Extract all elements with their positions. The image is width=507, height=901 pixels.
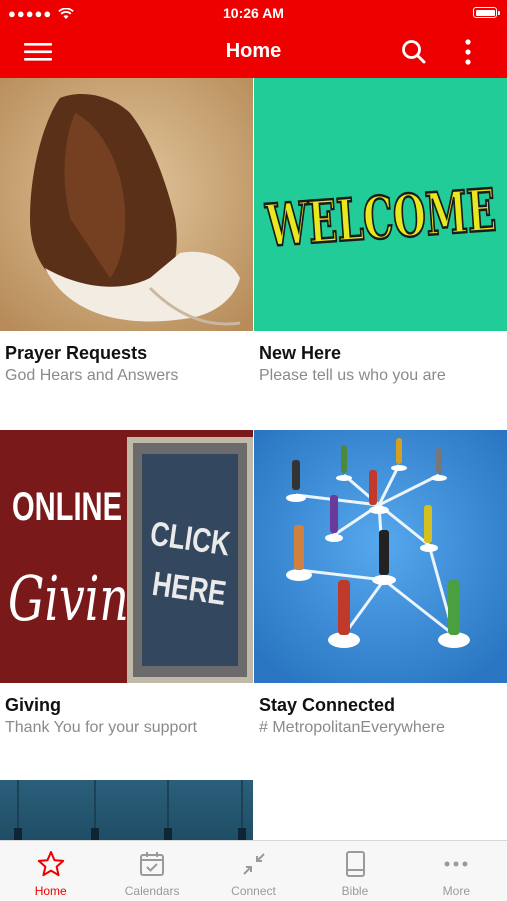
- calendar-icon: [140, 852, 165, 876]
- tile-title: New Here: [259, 343, 342, 363]
- battery-icon: [473, 7, 500, 18]
- status-bar: ●●●●● 10:26 AM: [0, 0, 507, 26]
- star-icon: [37, 851, 64, 877]
- tab-home[interactable]: Home: [0, 841, 101, 901]
- tab-label: Calendars: [124, 884, 180, 898]
- status-time: 10:26 AM: [223, 5, 284, 21]
- tab-calendars[interactable]: Calendars: [101, 841, 202, 901]
- tile-new-here[interactable]: WELCOME New Here Please tell us who you …: [254, 78, 507, 408]
- tile-prayer-requests[interactable]: Prayer Requests God Hears and Answers: [0, 78, 253, 408]
- tab-more[interactable]: More: [406, 841, 507, 901]
- tab-bar: Home Calendars Connect Bible More: [0, 840, 507, 901]
- more-vertical-icon[interactable]: [452, 36, 484, 68]
- tab-label: Connect: [231, 884, 276, 898]
- tile-partial[interactable]: [0, 780, 253, 840]
- more-horizontal-icon: [444, 861, 468, 867]
- tab-bible[interactable]: Bible: [304, 841, 405, 901]
- search-icon[interactable]: [398, 36, 430, 68]
- tab-connect[interactable]: Connect: [203, 841, 304, 901]
- tile-giving[interactable]: ONLINE Giving CLICK HERE Giving Thank Yo…: [0, 430, 253, 760]
- connect-arrows-icon: [242, 853, 265, 875]
- online-giving-image: ONLINE Giving CLICK HERE: [0, 430, 253, 683]
- online-text: ONLINE: [12, 485, 122, 529]
- tile-subtitle: God Hears and Answers: [5, 367, 179, 384]
- partial-image: [0, 780, 253, 840]
- welcome-image: WELCOME: [254, 78, 507, 331]
- tab-label: More: [442, 884, 470, 898]
- tile-title: Stay Connected: [259, 695, 396, 715]
- page-title: Home: [225, 40, 282, 62]
- tile-subtitle: Please tell us who you are: [259, 367, 446, 384]
- tab-label: Bible: [341, 884, 369, 898]
- tile-stay-connected[interactable]: Stay Connected # MetropolitanEverywhere: [254, 430, 507, 760]
- network-image: [254, 430, 507, 683]
- book-icon: [345, 851, 365, 877]
- praying-hands-image: [0, 78, 253, 331]
- tile-title: Giving: [5, 695, 62, 715]
- tile-title: Prayer Requests: [5, 343, 148, 363]
- tab-label: Home: [34, 884, 67, 898]
- tile-subtitle: Thank You for your support: [5, 719, 198, 736]
- nav-bar: Home: [0, 26, 507, 78]
- tile-subtitle: # MetropolitanEverywhere: [259, 719, 445, 736]
